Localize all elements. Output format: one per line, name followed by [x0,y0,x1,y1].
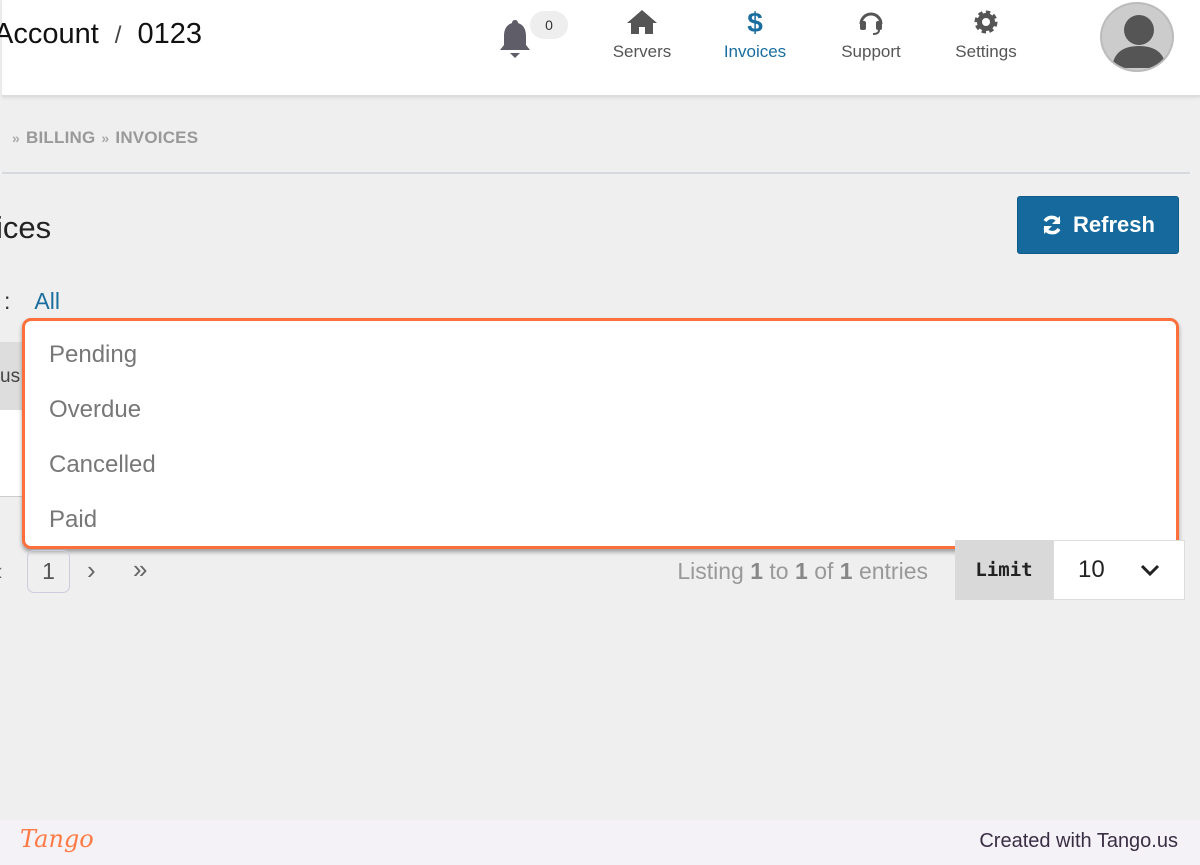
notification-badge: 0 [530,11,568,39]
nav-servers[interactable]: Servers [592,8,692,62]
created-with-credit: Created with Tango.us [979,830,1178,852]
refresh-icon [1043,215,1061,235]
limit-value: 10 [1078,556,1105,583]
nav-label: Settings [955,42,1017,61]
option-cancelled[interactable]: Cancelled [25,437,1176,492]
listing-to-word: to [769,558,789,584]
nav-invoices[interactable]: $ Invoices [705,8,805,62]
option-paid[interactable]: Paid [25,492,1176,547]
breadcrumb-invoices[interactable]: INVOICES [115,128,198,147]
account-title: Account / 0123 [0,18,202,51]
last-page-button[interactable]: » [133,554,147,585]
breadcrumb-sep: » [12,130,20,146]
nav-settings[interactable]: Settings [936,8,1036,62]
page-title: ices [0,210,52,245]
refresh-label: Refresh [1073,212,1155,237]
home-icon [627,10,657,34]
listing-total: 1 [839,558,853,584]
account-number: 0123 [137,18,202,50]
listing-of-word: of [814,558,834,584]
listing-prefix: Listing [677,558,744,584]
filter-label: : [4,288,11,314]
dollar-icon: $ [747,8,763,36]
status-filter: : All [4,288,60,315]
headset-icon [859,12,883,35]
breadcrumb-sep: » [101,130,110,146]
listing-to: 1 [795,558,808,584]
nav-support[interactable]: Support [821,8,921,62]
divider [2,172,1190,174]
bell-icon[interactable] [498,18,532,65]
svg-text:$: $ [747,8,763,36]
nav-label: Support [841,42,901,61]
nav-label: Invoices [723,42,787,61]
listing-from: 1 [750,558,764,584]
filter-value[interactable]: All [34,288,60,314]
prev-page-button[interactable]: ‹ [0,556,3,587]
status-dropdown[interactable]: Pending Overdue Cancelled Paid [22,318,1179,549]
chevron-down-icon [1140,564,1160,577]
limit-select[interactable]: 10 [1053,540,1185,600]
page-1-button[interactable]: 1 [27,550,70,593]
nav-label: Servers [612,42,672,61]
refresh-button[interactable]: Refresh [1017,196,1179,254]
option-overdue[interactable]: Overdue [25,382,1176,437]
breadcrumb-billing[interactable]: BILLING [26,128,95,147]
account-label: Account [0,18,99,50]
limit-label: Limit [955,540,1053,600]
next-page-button[interactable]: › [87,555,96,586]
avatar[interactable] [1100,2,1174,72]
gear-icon [974,10,998,34]
option-pending[interactable]: Pending [25,327,1176,382]
listing-suffix: entries [858,558,928,584]
listing-info: Listing 1 to 1 of 1 entries [600,558,928,585]
title-separator: / [114,22,122,49]
tango-logo: Tango [20,825,94,853]
breadcrumb: » BILLING » INVOICES [6,128,198,148]
